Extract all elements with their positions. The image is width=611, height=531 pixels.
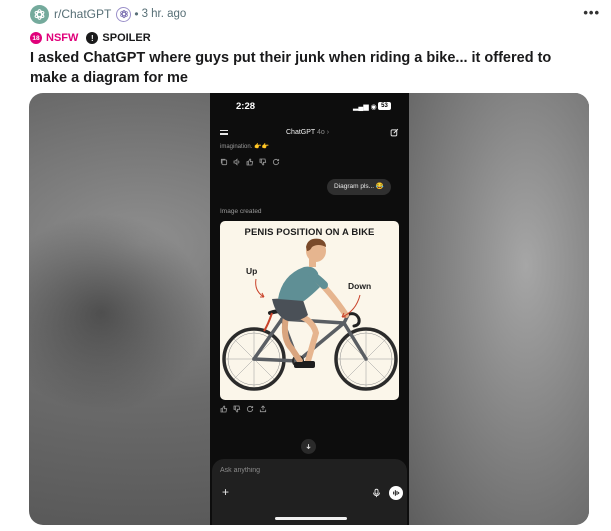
menu-icon[interactable] bbox=[220, 130, 228, 137]
regenerate-icon[interactable] bbox=[246, 405, 254, 413]
thumbs-down-icon[interactable] bbox=[233, 405, 241, 413]
bike-rider-illustration bbox=[222, 238, 398, 391]
nsfw-icon: 18 bbox=[30, 32, 42, 44]
arrow-down-icon bbox=[306, 444, 311, 450]
share-icon[interactable] bbox=[259, 405, 267, 413]
status-bar: 2:28 ▂▄▆ ◉ 53 bbox=[210, 101, 409, 115]
spoiler-label: SPOILER bbox=[102, 32, 151, 44]
diagram-title: PENIS POSITION ON A BIKE bbox=[244, 227, 375, 238]
post-header: r/ChatGPT • 3 hr. ago ••• bbox=[30, 4, 600, 24]
flair-row: 18 NSFW ! SPOILER bbox=[30, 30, 151, 46]
subreddit-avatar[interactable] bbox=[30, 4, 49, 24]
blurred-backdrop-right bbox=[409, 93, 589, 525]
diagram-label-down: Down bbox=[348, 281, 372, 291]
more-options-button[interactable]: ••• bbox=[583, 5, 600, 20]
post-title[interactable]: I asked ChatGPT where guys put their jun… bbox=[30, 48, 590, 88]
red-marker bbox=[263, 312, 273, 332]
post-time: 3 hr. ago bbox=[141, 8, 187, 20]
edit-icon[interactable] bbox=[390, 128, 399, 137]
nsfw-label: NSFW bbox=[46, 32, 79, 44]
subreddit-name[interactable]: r/ChatGPT bbox=[54, 7, 111, 21]
signal-wifi-icon: ▂▄▆ ◉ bbox=[353, 104, 377, 111]
response-actions bbox=[220, 405, 267, 413]
openai-logo-icon bbox=[34, 8, 45, 20]
phone-screenshot[interactable]: 2:28 ▂▄▆ ◉ 53 ChatGPT 4o › imagination. … bbox=[210, 93, 409, 525]
status-time: 2:28 bbox=[236, 101, 256, 112]
previous-message-cut: imagination. 👉👉 bbox=[220, 144, 269, 150]
thumbs-up-icon[interactable] bbox=[220, 405, 228, 413]
home-indicator bbox=[275, 517, 347, 520]
chat-title-text: ChatGPT bbox=[286, 129, 316, 136]
user-message-bubble: Diagram pls... 😂 bbox=[327, 179, 391, 195]
scroll-down-button[interactable] bbox=[301, 439, 316, 454]
voice-mode-button[interactable] bbox=[389, 486, 403, 500]
blurred-backdrop-shadow bbox=[29, 213, 209, 413]
chat-header: ChatGPT 4o › bbox=[210, 127, 409, 141]
chat-model: 4o › bbox=[317, 129, 330, 136]
chat-title[interactable]: ChatGPT 4o › bbox=[286, 129, 329, 136]
award-icon[interactable] bbox=[116, 6, 132, 22]
copy-icon[interactable] bbox=[220, 158, 228, 166]
diagram-label-up: Up bbox=[246, 266, 258, 276]
image-created-label: Image created bbox=[220, 208, 262, 215]
message-actions bbox=[220, 158, 280, 166]
mic-icon[interactable] bbox=[372, 488, 381, 498]
speaker-icon[interactable] bbox=[233, 158, 241, 166]
spoiler-icon: ! bbox=[86, 32, 99, 44]
generated-diagram-image[interactable]: PENIS POSITION ON A BIKE Up Down bbox=[220, 221, 399, 400]
thumbs-up-icon[interactable] bbox=[246, 158, 254, 166]
regenerate-icon[interactable] bbox=[272, 158, 280, 166]
message-composer: + bbox=[212, 459, 407, 525]
message-input[interactable] bbox=[220, 467, 350, 474]
battery-icon: 53 bbox=[378, 102, 391, 110]
thumbs-down-icon[interactable] bbox=[259, 158, 267, 166]
separator-dot: • bbox=[134, 7, 139, 21]
attach-plus-button[interactable]: + bbox=[222, 486, 229, 498]
voice-mode-icon bbox=[393, 490, 400, 496]
